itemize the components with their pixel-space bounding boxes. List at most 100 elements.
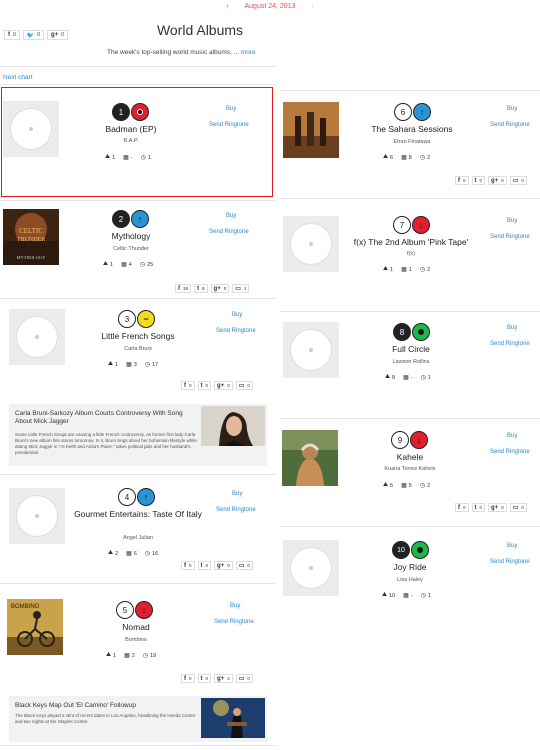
album-artist[interactable]: Carla Bruni (63, 346, 213, 352)
send-ringtone-button[interactable]: Send Ringtone (490, 234, 530, 240)
comment-button[interactable]: ▭ 0 (235, 381, 253, 390)
facebook-share-button[interactable]: f0 (455, 503, 469, 512)
buy-button[interactable]: Buy (507, 218, 517, 224)
buy-button[interactable]: Buy (226, 213, 236, 219)
news-headline[interactable]: Black Keys Map Out 'El Camino' Followup (15, 702, 200, 710)
facebook-share-button[interactable]: f0 (455, 176, 469, 185)
send-ringtone-button[interactable]: Send Ringtone (209, 229, 249, 235)
album-cover-placeholder[interactable] (283, 322, 339, 378)
album-artist[interactable]: Bombino (61, 637, 211, 643)
facebook-share-button[interactable]: f 19 (175, 284, 192, 293)
album-title[interactable]: Gourmet Entertains: Taste Of Italy (63, 509, 213, 520)
twitter-share-button[interactable]: t0 (197, 674, 212, 683)
send-ringtone-button[interactable]: Send Ringtone (490, 449, 530, 455)
prev-date-arrow[interactable]: ‹ (226, 3, 228, 10)
send-ringtone-button[interactable]: Send Ringtone (490, 122, 530, 128)
likes-count: 1 (112, 154, 116, 161)
album-title[interactable]: Full Circle (336, 344, 486, 355)
rank-number: 6 (394, 103, 412, 121)
share-count: 0 (479, 178, 483, 183)
news-headline[interactable]: Carla Bruni-Sarkozy Album Courts Controv… (15, 410, 200, 426)
rank-badge: 4 ↑ (118, 488, 155, 506)
more-link[interactable]: more (241, 49, 256, 56)
googleplus-share-button[interactable]: g+ 0 (488, 176, 507, 185)
album-title[interactable]: Kahele (335, 452, 485, 463)
news-thumbnail-image[interactable] (201, 406, 265, 446)
album-title[interactable]: Little French Songs (63, 331, 213, 342)
album-cover-placeholder[interactable] (283, 216, 339, 272)
next-chart-link[interactable]: Next chart (3, 74, 33, 81)
googleplus-share-button[interactable]: g+ 2 (214, 674, 233, 683)
googleplus-share-button[interactable]: g+ 0 (47, 30, 68, 40)
album-artist[interactable]: f(x) (336, 251, 486, 257)
send-ringtone-button[interactable]: Send Ringtone (216, 507, 256, 513)
facebook-share-button[interactable]: f0 (4, 30, 20, 40)
facebook-share-button[interactable]: f0 (181, 674, 195, 683)
re-entry-icon (412, 323, 430, 341)
googleplus-share-button[interactable]: g+ 0 (488, 503, 507, 512)
twitter-share-button[interactable]: t0 (471, 503, 486, 512)
send-ringtone-button[interactable]: Send Ringtone (209, 122, 249, 128)
album-artist[interactable]: B.A.P. (56, 138, 206, 144)
likes-count: 2 (115, 550, 119, 557)
comment-button[interactable]: ▭ 0 (235, 674, 253, 683)
googleplus-share-button[interactable]: g+ 0 (214, 561, 233, 570)
album-artist[interactable]: Lawson Rollins (336, 359, 486, 365)
twitter-share-button[interactable]: t0 (197, 561, 212, 570)
send-ringtone-button[interactable]: Send Ringtone (490, 341, 530, 347)
album-title[interactable]: f(x) The 2nd Album 'Pink Tape' (336, 237, 486, 248)
album-cover-placeholder[interactable] (9, 488, 65, 544)
buy-button[interactable]: Buy (230, 603, 240, 609)
album-cover-placeholder[interactable] (3, 101, 59, 157)
comment-button[interactable]: ▭ 0 (509, 503, 527, 512)
album-title[interactable]: Joy Ride (335, 562, 485, 573)
googleplus-share-button[interactable]: g+ 0 (214, 381, 233, 390)
buy-button[interactable]: Buy (507, 106, 517, 112)
album-artist[interactable]: Etran Finatawa (337, 139, 487, 145)
twitter-share-button[interactable]: t0 (197, 381, 212, 390)
twitter-share-button[interactable]: t9 (194, 284, 208, 293)
news-card[interactable]: Carla Bruni-Sarkozy Album Courts Controv… (9, 404, 267, 466)
arrow-up-icon: ↑ (131, 210, 149, 228)
rank-number: 4 (118, 488, 136, 506)
news-thumbnail-image[interactable] (201, 698, 265, 738)
buy-button[interactable]: Buy (507, 433, 517, 439)
facebook-share-button[interactable]: f0 (181, 381, 195, 390)
buy-button[interactable]: Buy (232, 491, 242, 497)
album-cover-placeholder[interactable] (283, 540, 339, 596)
album-artist[interactable]: Lisa Haley (335, 577, 485, 583)
send-ringtone-button[interactable]: Send Ringtone (490, 559, 530, 565)
twitter-share-button[interactable]: t0 (471, 176, 486, 185)
comment-button[interactable]: ▭ 1 (232, 284, 250, 293)
buy-button[interactable]: Buy (232, 312, 242, 318)
send-ringtone-button[interactable]: Send Ringtone (214, 619, 254, 625)
facebook-share-button[interactable]: f0 (181, 561, 195, 570)
no-change-icon: − (137, 310, 155, 328)
buy-button[interactable]: Buy (226, 106, 236, 112)
comment-button[interactable]: ▭ 0 (509, 176, 527, 185)
album-cover-kahele[interactable] (282, 430, 338, 486)
album-title[interactable]: Mythology (56, 231, 206, 242)
buy-button[interactable]: Buy (507, 543, 517, 549)
album-title[interactable]: The Sahara Sessions (337, 124, 487, 135)
album-artist[interactable]: Angel Julian (63, 535, 213, 541)
send-ringtone-button[interactable]: Send Ringtone (216, 328, 256, 334)
twitter-share-button[interactable]: 🐦 0 (22, 30, 45, 40)
googleplus-share-button[interactable]: g+ 0 (210, 284, 230, 293)
album-cover-placeholder[interactable] (9, 309, 65, 365)
news-body: Some Little French Songs are causing a l… (15, 432, 197, 456)
album-artist[interactable]: Kuana Torres Kahele (335, 466, 485, 472)
share-count: 0 (247, 676, 250, 681)
album-artist[interactable]: Celtic Thunder (56, 246, 206, 252)
album-cover-mythology[interactable]: CELTIC THUNDER MYTHOLOGY (3, 209, 59, 265)
rank-badge: 7 ↓ (393, 216, 430, 234)
album-cover-sahara-sessions[interactable] (283, 102, 339, 158)
album-title[interactable]: Nomad (61, 622, 211, 633)
buy-button[interactable]: Buy (507, 325, 517, 331)
next-date-arrow[interactable]: › (311, 3, 313, 10)
album-title[interactable]: Badman (EP) (56, 124, 206, 135)
album-cover-nomad[interactable]: BOMBINO (7, 599, 63, 655)
comment-button[interactable]: ▭ 0 (235, 561, 253, 570)
news-body: The Black Keys played a stint of recent … (15, 713, 196, 725)
news-card[interactable]: Black Keys Map Out 'El Camino' Followup … (9, 696, 267, 742)
